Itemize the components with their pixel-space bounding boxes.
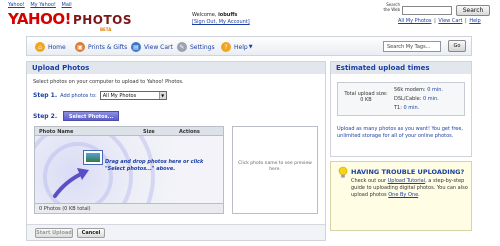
welcome-block: Welcome, iobuffs [Sign Out, My Account] — [192, 12, 250, 26]
nav-prints-label: Prints & Gifts — [88, 43, 128, 51]
chevron-down-icon: ▼ — [158, 92, 166, 99]
nav-settings-label: Settings — [190, 43, 215, 51]
nav-view-cart[interactable]: ▤ View Cart — [131, 42, 173, 52]
upload-intro: Select photos on your computer to upload… — [33, 79, 184, 85]
separator: | — [432, 18, 438, 24]
column-photo-name[interactable]: Photo Name — [39, 129, 73, 135]
step-2: Step 2. Select Photos... — [33, 111, 120, 121]
chevron-down-icon: ▼ — [248, 44, 253, 50]
storage-note: Upload as many photos as you want! You g… — [337, 126, 464, 139]
drop-instructions: Drag and drop photos here or click "Sele… — [105, 159, 204, 172]
trouble-text: Check out our — [351, 178, 388, 184]
yahoo-photos-logo[interactable]: YAHOO! PHOTOS BETA — [8, 9, 133, 32]
logo-yahoo-text: YAHOO! — [8, 10, 71, 28]
upload-title: Upload Photos — [27, 62, 325, 74]
yahoo-link[interactable]: Yahoo! — [8, 2, 25, 8]
time-row-value: 0 min. — [422, 96, 439, 102]
file-list-header: Photo Name Size Actions — [35, 127, 223, 136]
top-links: Yahoo! My Yahoo! Mail — [8, 2, 76, 8]
drop-zone[interactable]: Drag and drop photos here or click "Sele… — [35, 136, 223, 204]
upload-times-title: Estimated upload times — [331, 62, 471, 74]
time-row-value: 0 min. — [403, 105, 420, 111]
nav-home-label: Home — [48, 43, 66, 51]
beta-badge: BETA — [100, 27, 112, 32]
album-select-value: All My Photos — [102, 92, 137, 99]
search-label: Search the Web — [383, 2, 400, 12]
upload-times-box: Total upload size: 0 KB 56k modem: 0 min… — [337, 82, 465, 116]
upload-tutorial-link[interactable]: Upload Tutorial — [388, 178, 426, 184]
column-actions: Actions — [179, 129, 200, 135]
nav-help-label: Help — [234, 43, 248, 51]
photo-preview: Click photo name to see preview here. — [232, 126, 318, 214]
time-row: DSL/Cable: 0 min. — [394, 95, 443, 104]
column-size[interactable]: Size — [143, 129, 155, 135]
album-select[interactable]: All My Photos ▼ — [99, 91, 167, 100]
nav-settings[interactable]: ✎ Settings — [177, 42, 215, 52]
lightbulb-icon — [338, 166, 348, 178]
cart-icon: ▤ — [131, 42, 141, 52]
upload-times-panel: Estimated upload times Total upload size… — [330, 61, 472, 157]
trouble-title: HAVING TROUBLE UPLOADING? — [351, 168, 465, 176]
step-2-number: Step 2. — [33, 112, 58, 120]
home-icon: ⌂ — [35, 42, 45, 52]
view-cart-link[interactable]: View Cart — [438, 18, 462, 24]
utility-links: All My Photos | View Cart | Help — [398, 18, 481, 24]
drag-arrow-icon — [53, 168, 89, 198]
wrench-icon: ✎ — [177, 42, 187, 52]
gift-icon: ▣ — [75, 42, 85, 52]
time-row-label: T1: — [394, 105, 402, 111]
help-icon: ? — [221, 42, 231, 52]
cancel-button[interactable]: Cancel — [77, 228, 105, 238]
mail-link[interactable]: Mail — [62, 2, 72, 8]
nav-cart-label: View Cart — [144, 43, 173, 51]
start-upload-button[interactable]: Start Upload — [35, 228, 73, 238]
upload-panel: Upload Photos Select photos on your comp… — [26, 61, 326, 241]
preview-hint: Click photo name to see preview here. — [238, 161, 312, 172]
nav-bar: ⌂ Home ▣ Prints & Gifts ▤ View Cart ✎ Se… — [26, 36, 472, 56]
help-link[interactable]: Help — [469, 18, 480, 24]
trouble-tip-panel: HAVING TROUBLE UPLOADING? Check out our … — [330, 161, 472, 231]
file-list: Photo Name Size Actions Drag and drop ph… — [34, 126, 224, 214]
step-1-text: Add photos to: — [60, 92, 97, 99]
one-by-one-link[interactable]: One By One — [388, 192, 418, 198]
welcome-text: Welcome, — [192, 12, 217, 18]
time-row-label: DSL/Cable: — [394, 96, 422, 102]
trouble-text: . — [418, 192, 420, 198]
separator: | — [463, 18, 469, 24]
search-input[interactable] — [402, 6, 452, 15]
nav-prints-gifts[interactable]: ▣ Prints & Gifts — [75, 42, 127, 52]
nav-help[interactable]: ? Help ▼ — [221, 42, 253, 52]
select-photos-button[interactable]: Select Photos... — [63, 111, 120, 121]
my-yahoo-link[interactable]: My Yahoo! — [30, 2, 56, 8]
upload-size: Total upload size: 0 KB — [342, 91, 390, 103]
all-my-photos-link[interactable]: All My Photos — [398, 18, 432, 24]
upload-actions: Start Upload Cancel — [27, 224, 325, 240]
time-row-value: 0 min. — [427, 87, 443, 93]
nav-home[interactable]: ⌂ Home — [35, 42, 66, 52]
trouble-body: Check out our Upload Tutorial, a step-by… — [351, 178, 469, 199]
photo-icon — [83, 150, 103, 165]
time-row: 56k modem: 0 min. — [394, 86, 443, 95]
search-button[interactable]: Search — [456, 5, 490, 16]
time-row: T1: 0 min. — [394, 104, 443, 113]
logo-photos-text: PHOTOS — [72, 13, 133, 27]
upload-size-value: 0 KB — [360, 97, 372, 103]
time-row-label: 56k modem: — [394, 87, 426, 93]
tag-search-input[interactable]: Search My Tags... — [383, 41, 441, 52]
upload-time-rows: 56k modem: 0 min. DSL/Cable: 0 min. T1: … — [394, 86, 443, 113]
username: iobuffs — [218, 12, 238, 18]
signout-link[interactable]: [Sign Out, My Account] — [192, 19, 250, 26]
file-list-summary: 0 Photos (0 KB total) — [35, 203, 223, 213]
step-1: Step 1. Add photos to: All My Photos ▼ — [33, 91, 167, 100]
step-1-number: Step 1. — [33, 92, 58, 99]
go-button[interactable]: Go — [448, 40, 466, 52]
